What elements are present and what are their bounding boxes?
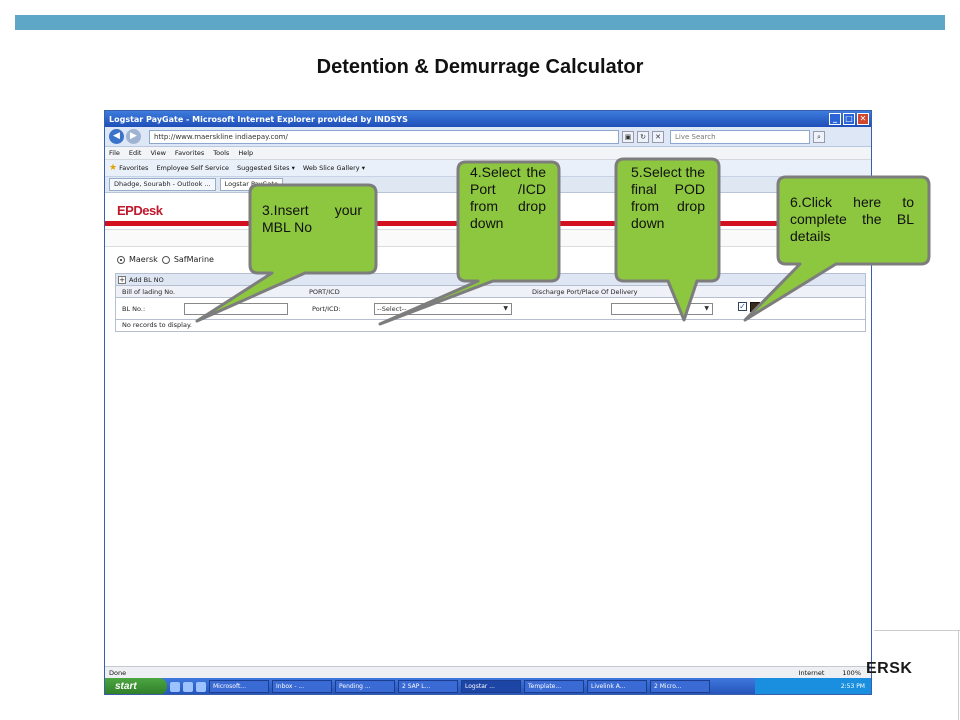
status-text: Done [109,668,127,677]
callout-6-text: 6.Click here to complete the BL details [790,194,914,244]
system-tray-clock: 2:53 PM [755,678,871,694]
chevron-down-icon: ▼ [704,305,709,312]
task-item[interactable]: Inbox - ... [272,680,332,693]
menu-help[interactable]: Help [238,149,253,157]
menu-file[interactable]: File [109,149,120,157]
col-header-port: PORT/ICD [309,288,340,296]
refresh-icon[interactable]: ↻ [637,130,649,143]
grid-header: Bill of lading No. PORT/ICD Discharge Po… [116,286,865,298]
back-icon[interactable]: ◀ [109,129,124,144]
task-item[interactable]: Logstar ... [461,680,521,693]
brand-logo-text: ERSK [866,660,913,677]
tab-outlook[interactable]: Dhadge, Sourabh - Outlook ... [109,178,216,191]
search-input[interactable]: Live Search [670,129,810,144]
menu-edit[interactable]: Edit [129,149,142,157]
browser-titlebar: Logstar PayGate - Microsoft Internet Exp… [105,111,871,127]
address-row: ◀ ▶ http://www.maerskline indiaepay.com/… [105,127,871,147]
chevron-down-icon: ▼ [503,305,508,312]
browser-title: Logstar PayGate - Microsoft Internet Exp… [109,114,408,124]
command-bar: ⎙ ▾ Page ▾ [825,180,863,189]
address-field[interactable]: http://www.maerskline indiaepay.com/ [149,129,619,144]
zone-indicator: Internet [798,668,825,677]
add-bl-icon[interactable]: + [118,275,126,284]
fav-link-suggested[interactable]: Suggested Sites ▾ [237,164,295,172]
favorites-button[interactable]: ★ Favorites [109,163,148,173]
callout-5-text: 5.Select the final POD from drop down [631,164,705,231]
start-button[interactable]: start [105,678,167,694]
top-accent-bar [15,15,945,30]
quicklaunch-icon[interactable] [196,681,206,692]
minimize-icon[interactable]: _ [829,113,841,125]
search-icon[interactable]: ⌕ [813,130,825,143]
menu-favorites[interactable]: Favorites [175,149,204,157]
pod-select[interactable]: ▼ [611,303,713,315]
complete-bl-button[interactable] [750,302,760,312]
radio-safmarine[interactable] [161,255,170,264]
slide-title: Detention & Demurrage Calculator [316,56,644,78]
port-label: Port/ICD: [312,305,341,313]
menu-view[interactable]: View [150,149,165,157]
add-bl-link[interactable]: Add BL NO [129,276,164,284]
print-icon[interactable]: ⎙ ▾ [825,180,836,189]
radio-safmarine-label: SafMarine [173,255,214,264]
epdesk-logo: EPDesk [117,203,163,218]
task-item[interactable]: 2 SAP L... [398,680,458,693]
table-row: BL No.: Port/ICD: --Select-- ▼ ▼ ✓ [116,298,865,320]
divider-line [958,630,959,720]
stop-icon[interactable]: ✕ [652,130,664,143]
port-icd-select[interactable]: --Select-- ▼ [374,303,512,315]
quicklaunch-icon[interactable] [170,681,180,692]
fav-link-ess[interactable]: Employee Self Service [156,164,229,172]
task-item[interactable]: Microsoft... [209,680,269,693]
page-content: EPDesk Maersk SafMarine + Add BL NO Bill… [105,193,871,673]
fav-link-webslice[interactable]: Web Slice Gallery ▾ [303,164,365,172]
maximize-icon[interactable]: □ [843,113,855,125]
task-item[interactable]: Template... [524,680,584,693]
callout-3-text: 3.Insert your MBL No [262,202,362,235]
zoom-level[interactable]: 100% [842,669,861,677]
page-menu[interactable]: Page ▾ [842,180,863,189]
radio-maersk-label: Maersk [129,255,158,264]
task-item[interactable]: Livelink A... [587,680,647,693]
close-icon[interactable]: ✕ [857,113,869,125]
callout-4-text: 4.Select the Port /ICD from drop down [470,164,546,231]
bl-grid: + Add BL NO Bill of lading No. PORT/ICD … [115,273,866,332]
no-records-text: No records to display. [122,321,192,329]
bl-checkbox[interactable]: ✓ [738,302,747,311]
status-bar: Done Internet 100% [105,666,871,678]
menu-tools[interactable]: Tools [213,149,229,157]
tab-logstar[interactable]: Logstar PayGate [219,178,283,191]
col-header-bl: Bill of lading No. [122,288,176,296]
forward-icon[interactable]: ▶ [126,129,141,144]
task-item[interactable]: 2 Micro... [650,680,710,693]
add-bl-bar: + Add BL NO [116,274,865,286]
windows-taskbar: start Microsoft... Inbox - ... Pending .… [105,678,871,694]
divider-line [874,630,960,631]
radio-maersk[interactable] [117,255,125,264]
bl-number-input[interactable] [184,303,288,315]
line-selector: Maersk SafMarine [117,255,214,264]
star-icon: ★ [109,163,118,173]
quicklaunch-icon[interactable] [183,681,193,692]
menu-bar: File Edit View Favorites Tools Help [105,147,871,160]
compat-icon[interactable]: ▣ [622,130,634,143]
bl-label: BL No.: [122,305,146,313]
col-header-discharge: Discharge Port/Place Of Delivery [532,288,638,296]
task-item[interactable]: Pending ... [335,680,395,693]
